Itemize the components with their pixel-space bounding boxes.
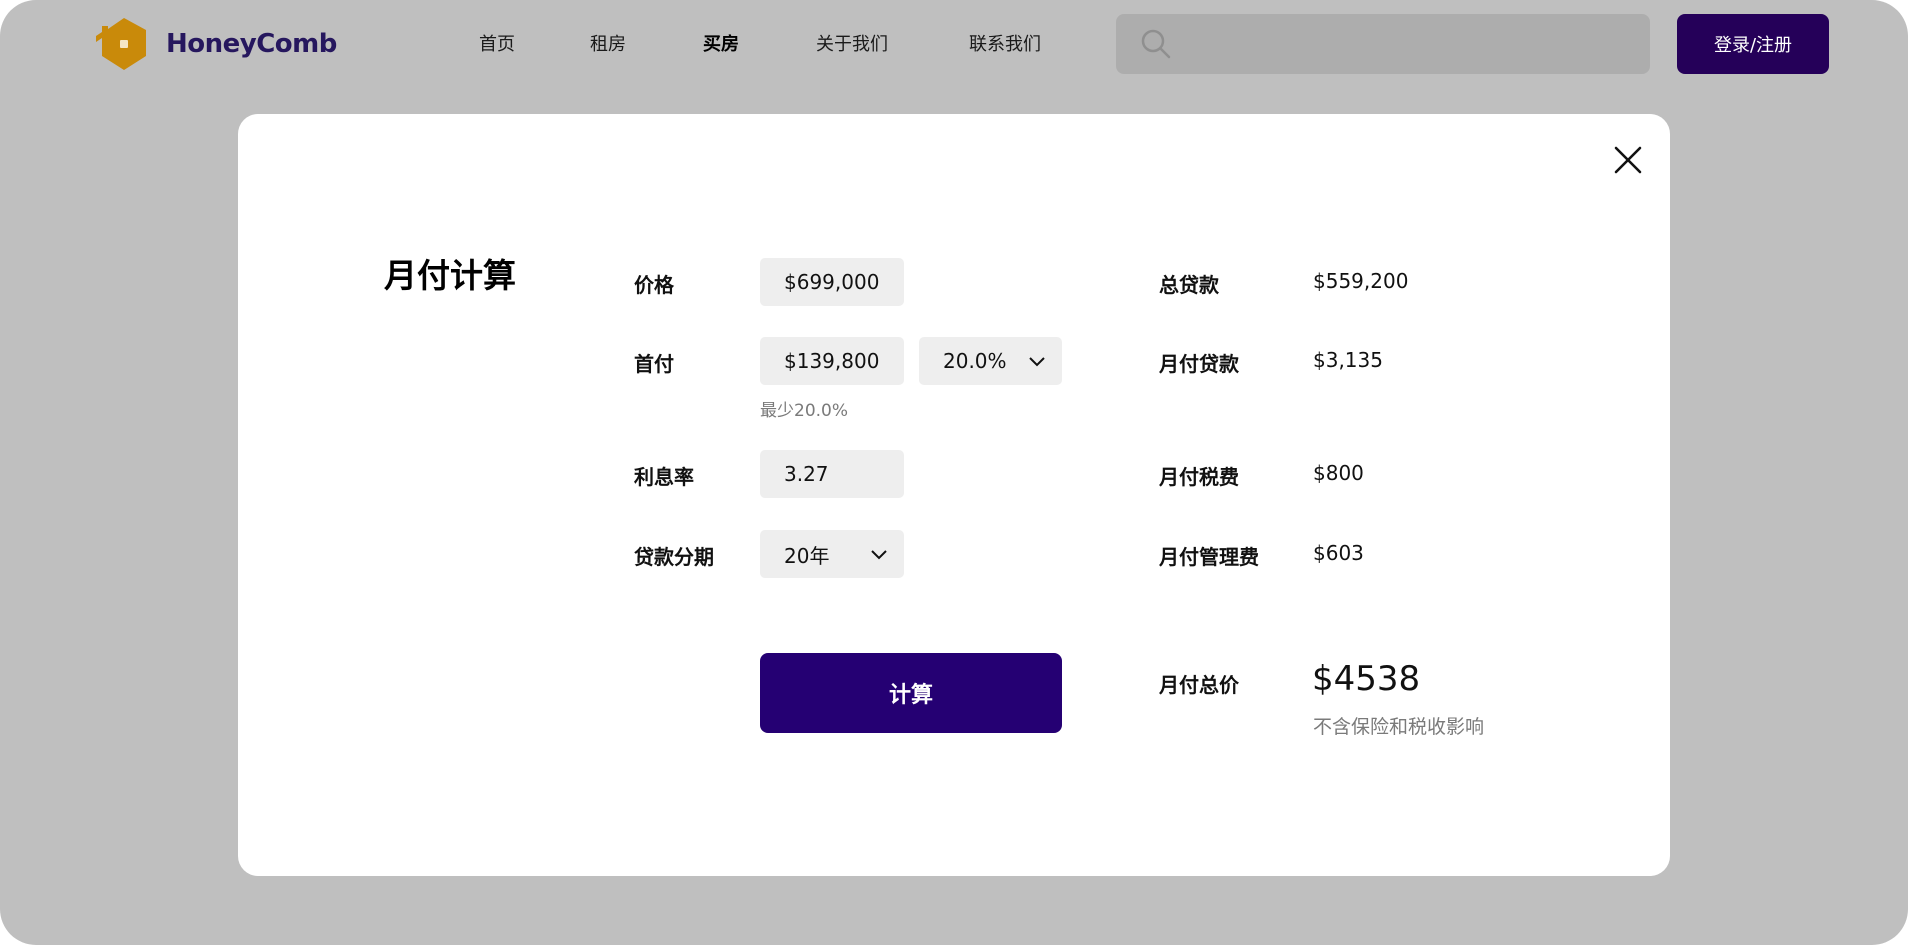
monthly-total-value: $4538	[1312, 659, 1421, 699]
monthly-tax-label: 月付税费	[1159, 465, 1239, 489]
search-bar[interactable]	[1116, 14, 1650, 74]
brand-logo[interactable]: HoneyComb	[94, 16, 337, 72]
down-payment-field[interactable]	[760, 337, 904, 385]
loan-term-select[interactable]: 20年	[760, 530, 904, 578]
nav-item-contact[interactable]: 联系我们	[969, 30, 1041, 56]
down-payment-percent-select[interactable]: 20.0%	[919, 337, 1062, 385]
total-loan-label: 总贷款	[1159, 273, 1219, 297]
loan-term-value: 20年	[784, 543, 830, 568]
nav-item-home[interactable]: 首页	[479, 30, 515, 56]
down-payment-label: 首付	[634, 352, 674, 376]
calculate-button[interactable]: 计算	[760, 653, 1062, 733]
chevron-down-icon	[1029, 357, 1045, 367]
interest-rate-label: 利息率	[634, 465, 694, 489]
monthly-total-note: 不含保险和税收影响	[1313, 716, 1485, 738]
price-input[interactable]	[784, 270, 904, 294]
monthly-loan-label: 月付贷款	[1159, 352, 1239, 376]
house-logo-icon	[96, 18, 146, 70]
down-payment-input[interactable]	[784, 349, 904, 373]
search-input[interactable]	[1184, 14, 1650, 74]
modal-title: 月付计算	[384, 256, 516, 295]
nav-item-buy[interactable]: 买房	[703, 30, 739, 56]
chevron-down-icon	[871, 550, 887, 560]
mortgage-calculator-modal: 月付计算 价格 首付 20.0% 最少20.0% 利息率 贷款分期 20年	[238, 114, 1670, 876]
nav-item-rent[interactable]: 租房	[590, 30, 626, 56]
monthly-total-label: 月付总价	[1159, 673, 1239, 697]
app-frame: HoneyComb 首页 租房 买房 关于我们 联系我们 登录/注册 月付计算 …	[0, 0, 1908, 945]
monthly-loan-value: $3,135	[1313, 348, 1383, 372]
nav-item-about[interactable]: 关于我们	[816, 30, 888, 56]
login-register-button[interactable]: 登录/注册	[1677, 14, 1829, 74]
total-loan-value: $559,200	[1313, 269, 1409, 293]
monthly-fee-label: 月付管理费	[1159, 545, 1259, 569]
monthly-tax-value: $800	[1313, 461, 1364, 485]
price-field[interactable]	[760, 258, 904, 306]
loan-term-label: 贷款分期	[634, 545, 714, 569]
search-icon	[1141, 29, 1171, 59]
interest-rate-input[interactable]	[784, 462, 904, 486]
interest-rate-field[interactable]	[760, 450, 904, 498]
down-payment-percent-value: 20.0%	[943, 349, 1007, 373]
monthly-fee-value: $603	[1313, 541, 1364, 565]
price-label: 价格	[634, 273, 674, 297]
close-icon[interactable]	[1610, 142, 1646, 178]
brand-name: HoneyComb	[166, 29, 337, 59]
down-payment-hint: 最少20.0%	[760, 401, 849, 421]
